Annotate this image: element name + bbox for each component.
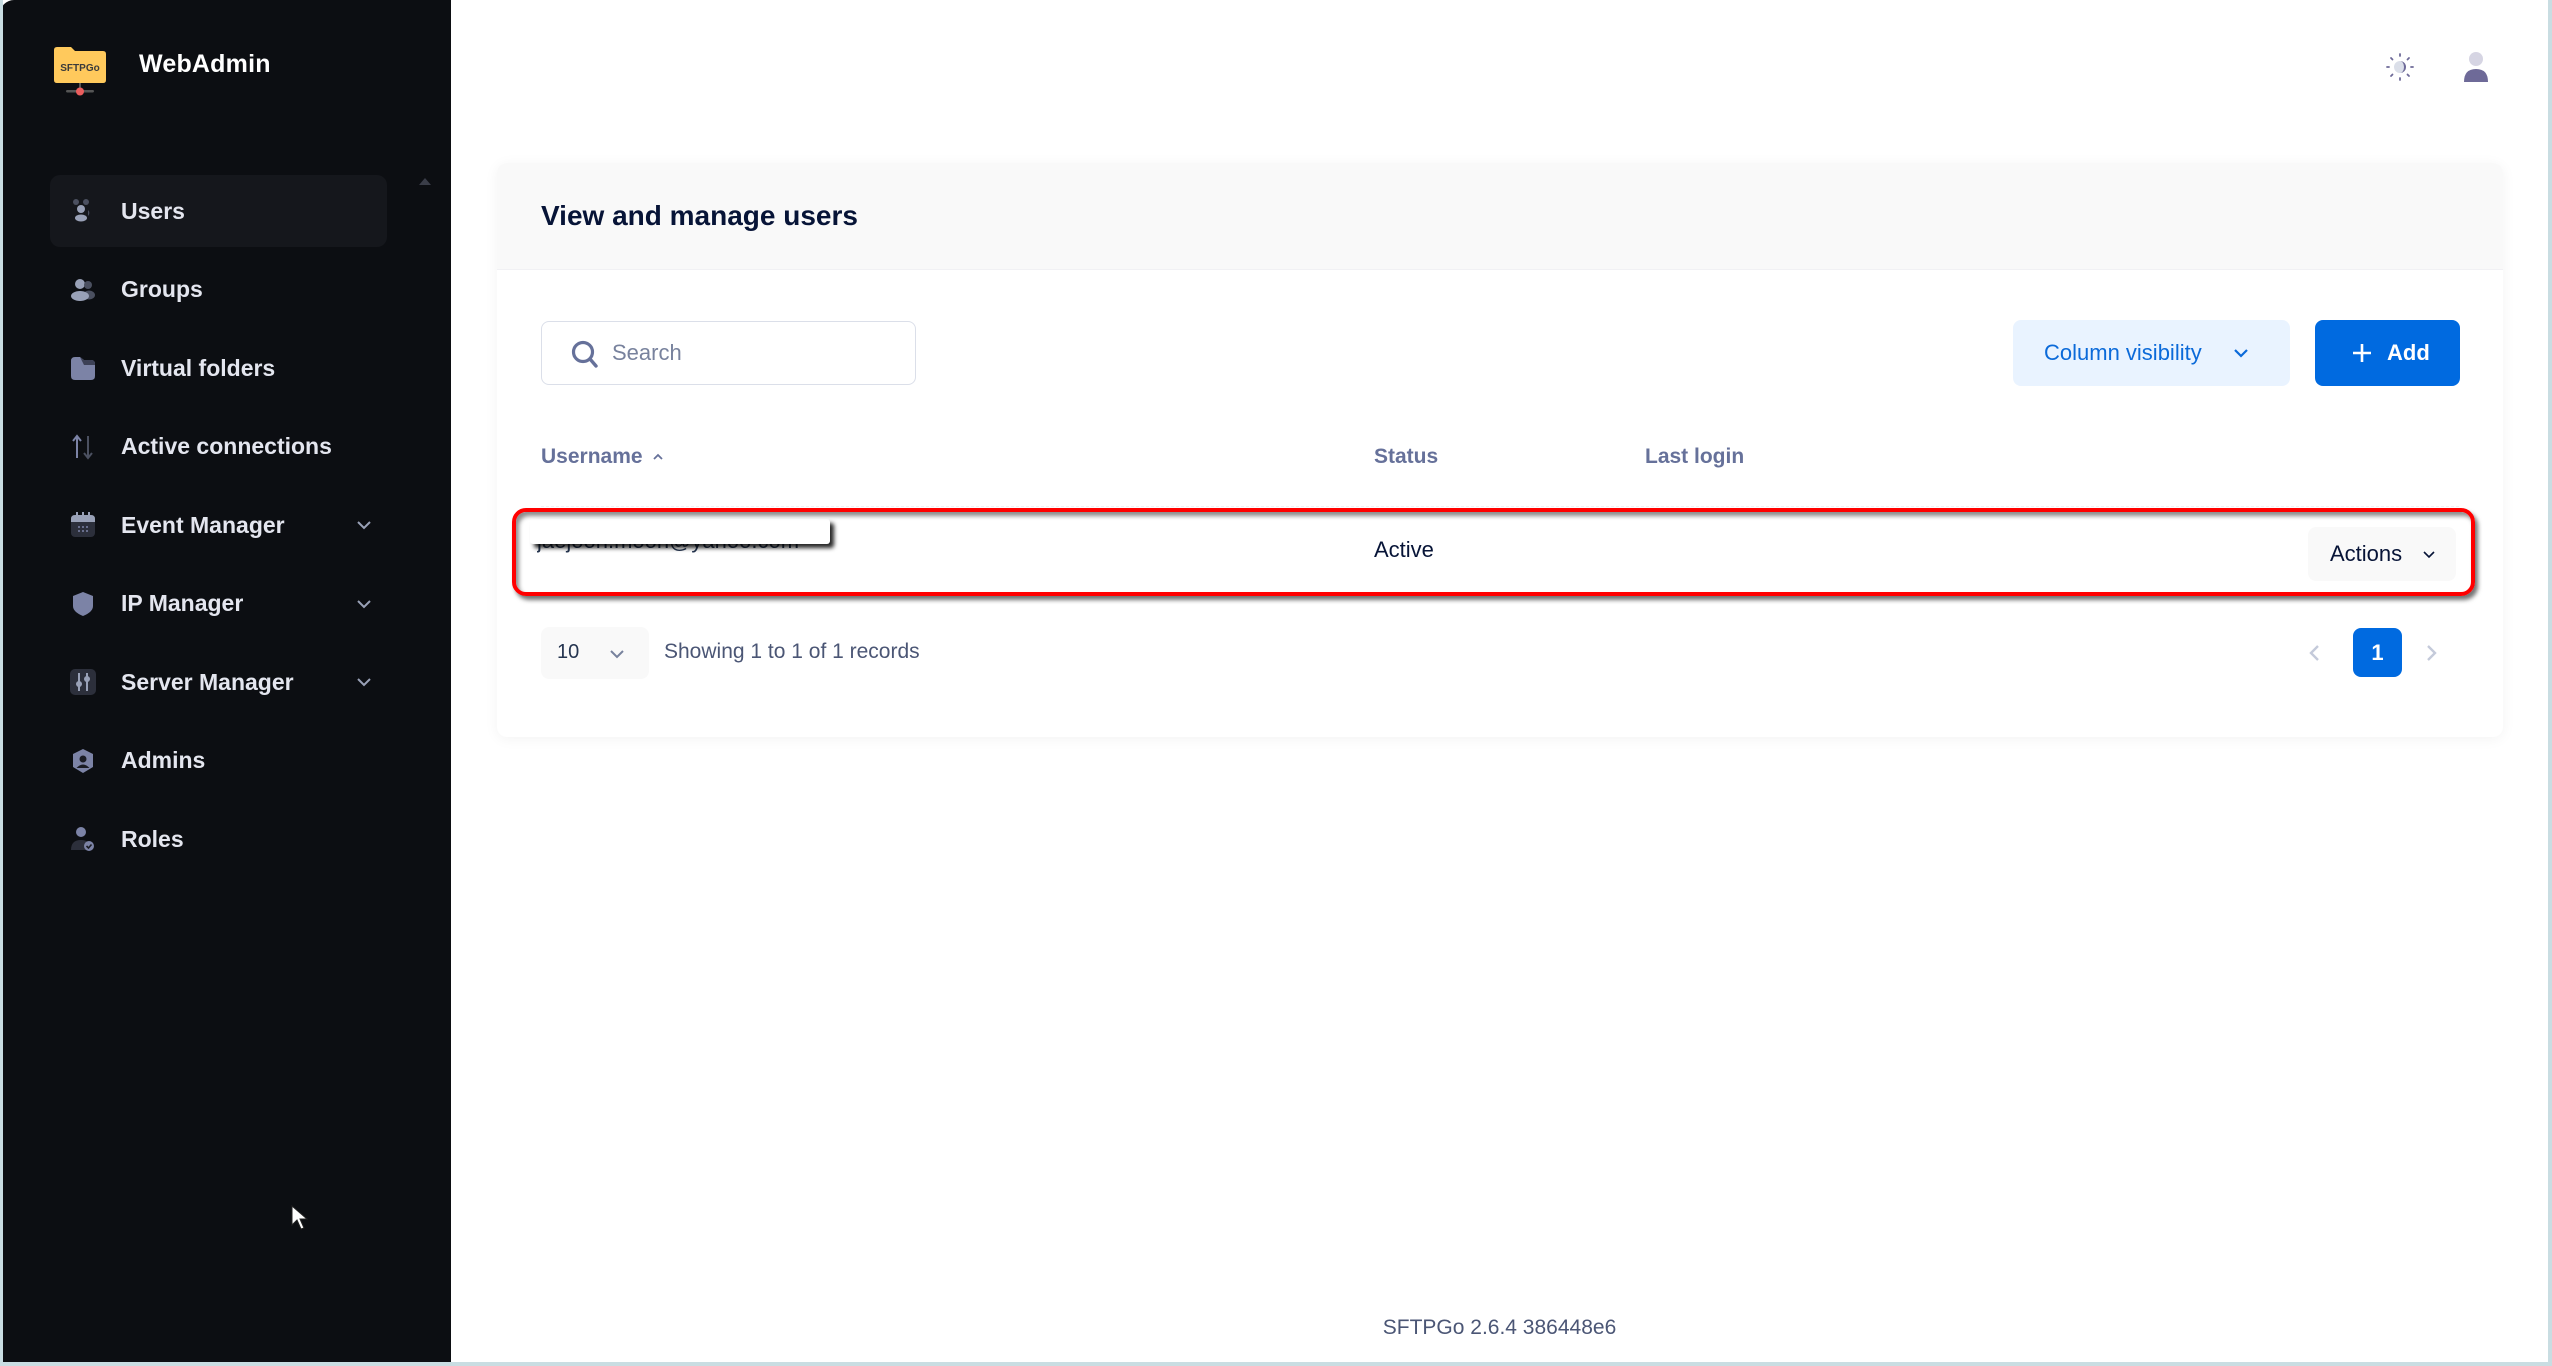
sidebar-item-server-manager[interactable]: Server Manager (50, 646, 387, 718)
arrows-up-down-icon (70, 433, 96, 460)
sidebar-item-label: Active connections (121, 433, 332, 459)
search-field[interactable] (541, 321, 916, 385)
theme-toggle-icon (2386, 53, 2414, 81)
sidebar-item-label: Groups (121, 276, 203, 302)
add-user-button[interactable]: Add (2315, 320, 2460, 386)
users-card: View and manage users Column visibility … (497, 163, 2503, 737)
plus-icon (2353, 344, 2371, 362)
logo-icon: SFTPGo (54, 47, 106, 96)
sidebar-item-label: Event Manager (121, 511, 285, 538)
folder-icon (70, 355, 96, 381)
shield-user-icon (70, 748, 96, 774)
sort-asc-icon (652, 454, 663, 461)
chevron-down-icon (2423, 551, 2435, 559)
pagination-next-icon[interactable] (2421, 643, 2441, 663)
chevron-down-icon[interactable] (355, 673, 373, 691)
column-header-username[interactable]: Username (541, 445, 665, 469)
column-visibility-button[interactable]: Column visibility (2013, 320, 2290, 386)
column-header-last-login[interactable]: Last login (1645, 445, 1744, 469)
sidebar-item-users[interactable]: Users (50, 175, 387, 247)
calendar-icon (70, 512, 96, 538)
pagination-page-1[interactable]: 1 (2353, 628, 2402, 677)
mouse-cursor-icon (291, 1205, 309, 1230)
sidebar-item-label: IP Manager (121, 590, 244, 616)
sidebar-item-virtual-folders[interactable]: Virtual folders (50, 332, 387, 404)
sidebar-item-active-connections[interactable]: Active connections (50, 411, 387, 483)
chevron-down-icon[interactable] (355, 516, 373, 534)
row-actions-button[interactable]: Actions (2308, 527, 2456, 581)
shield-icon (70, 591, 96, 617)
svg-text:SFTPGo: SFTPGo (60, 63, 99, 74)
search-input[interactable] (612, 322, 902, 384)
sidebar: SFTPGo WebAdmin Users Groups Virtual fol… (0, 0, 451, 1366)
pagination-prev-icon[interactable] (2305, 643, 2325, 663)
redaction-overlay (530, 519, 830, 544)
page-title: View and manage users (541, 200, 858, 231)
sidebar-scroll-up[interactable] (419, 178, 431, 185)
users-icon (70, 198, 96, 224)
sidebar-item-event-manager[interactable]: Event Manager (50, 489, 387, 561)
records-info: Showing 1 to 1 of 1 records (664, 640, 920, 663)
column-visibility-label: Column visibility (2044, 340, 2202, 365)
page-size-select[interactable]: 10 (541, 627, 649, 679)
sidebar-item-label: Virtual folders (121, 354, 276, 381)
user-check-icon (70, 826, 96, 852)
chevron-down-icon (610, 650, 624, 659)
brand-title: WebAdmin (139, 50, 271, 78)
sidebar-nav: Users Groups Virtual folders Active conn… (50, 175, 387, 882)
card-header: View and manage users (497, 163, 2503, 270)
groups-icon (70, 277, 96, 303)
chevron-down-icon (2234, 349, 2248, 358)
search-icon (571, 340, 598, 368)
theme-toggle-button[interactable] (2385, 52, 2415, 82)
page-size-value: 10 (557, 641, 580, 663)
table-row[interactable]: jaejoon.moon@yahoo.com Active Actions (497, 507, 2503, 599)
sidebar-item-label: Roles (121, 825, 184, 852)
actions-label: Actions (2330, 541, 2403, 566)
footer-version: SFTPGo 2.6.4 386448e6 (1382, 1316, 1617, 1339)
sidebar-item-label: Users (121, 197, 185, 224)
sidebar-item-roles[interactable]: Roles (50, 803, 387, 875)
user-menu-button[interactable] (2460, 50, 2492, 84)
sidebar-item-groups[interactable]: Groups (50, 254, 387, 326)
column-header-label: Username (541, 445, 643, 468)
cell-status: Active (1374, 537, 1434, 562)
add-label: Add (2387, 340, 2430, 365)
sidebar-item-admins[interactable]: Admins (50, 725, 387, 797)
sidebar-item-label: Admins (121, 747, 206, 773)
sidebar-item-ip-manager[interactable]: IP Manager (50, 568, 387, 640)
user-icon (2464, 52, 2488, 82)
sidebar-item-label: Server Manager (121, 668, 294, 695)
column-header-status[interactable]: Status (1374, 445, 1438, 469)
sliders-icon (70, 669, 96, 695)
sftpgo-logo[interactable]: SFTPGo (52, 42, 108, 98)
chevron-down-icon[interactable] (355, 595, 373, 613)
